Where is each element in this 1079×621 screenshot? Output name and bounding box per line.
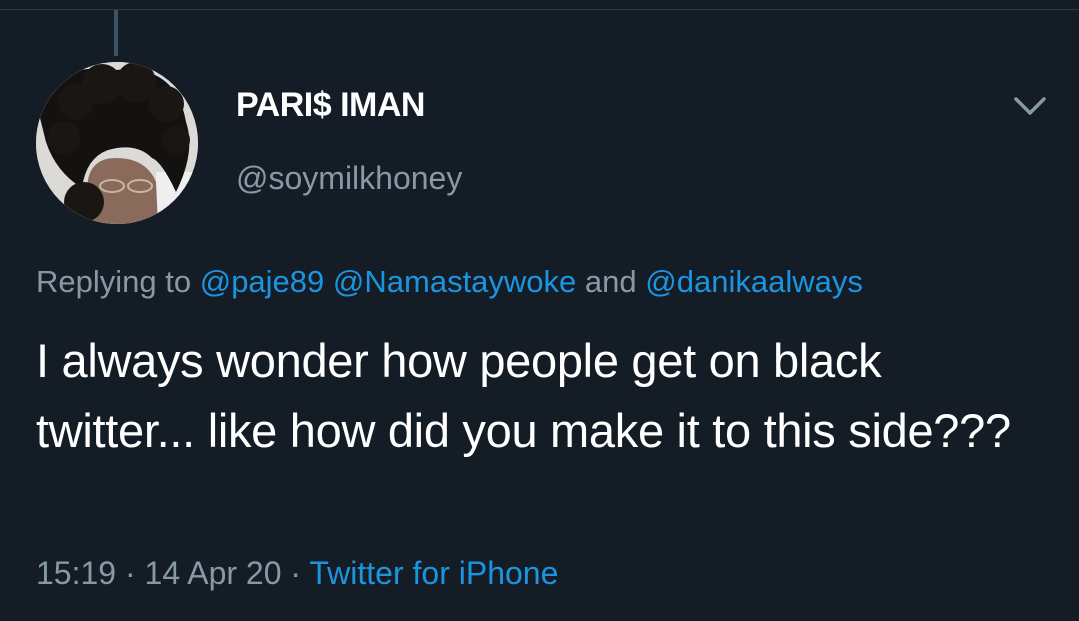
top-divider (0, 0, 1079, 10)
display-name[interactable]: PARI$ IMAN (236, 86, 425, 125)
tweet-meta: 15:19 · 14 Apr 20 · Twitter for iPhone (36, 555, 558, 592)
thread-connector-line (114, 10, 118, 56)
avatar-image (36, 62, 198, 224)
chevron-down-icon[interactable] (1010, 86, 1050, 126)
tweet-text: I always wonder how people get on black … (36, 334, 1011, 457)
mention-link-paje89[interactable]: @paje89 (200, 264, 325, 299)
mention-link-namastaywoke[interactable]: @Namastaywoke (333, 264, 576, 299)
avatar[interactable] (36, 62, 198, 224)
tweet-source-link[interactable]: Twitter for iPhone (309, 555, 558, 591)
user-handle[interactable]: @soymilkhoney (236, 160, 462, 197)
replying-and-text: and (584, 264, 637, 299)
mention-link-danikaalways[interactable]: @danikaalways (645, 264, 863, 299)
tweet-time[interactable]: 15:19 (36, 555, 116, 591)
meta-separator: · (290, 555, 302, 591)
replying-to-line: Replying to @paje89 @Namastaywoke and @d… (36, 264, 863, 300)
meta-separator: · (124, 555, 136, 591)
replying-to-label: Replying to (36, 264, 192, 299)
tweet-date[interactable]: 14 Apr 20 (145, 555, 282, 591)
